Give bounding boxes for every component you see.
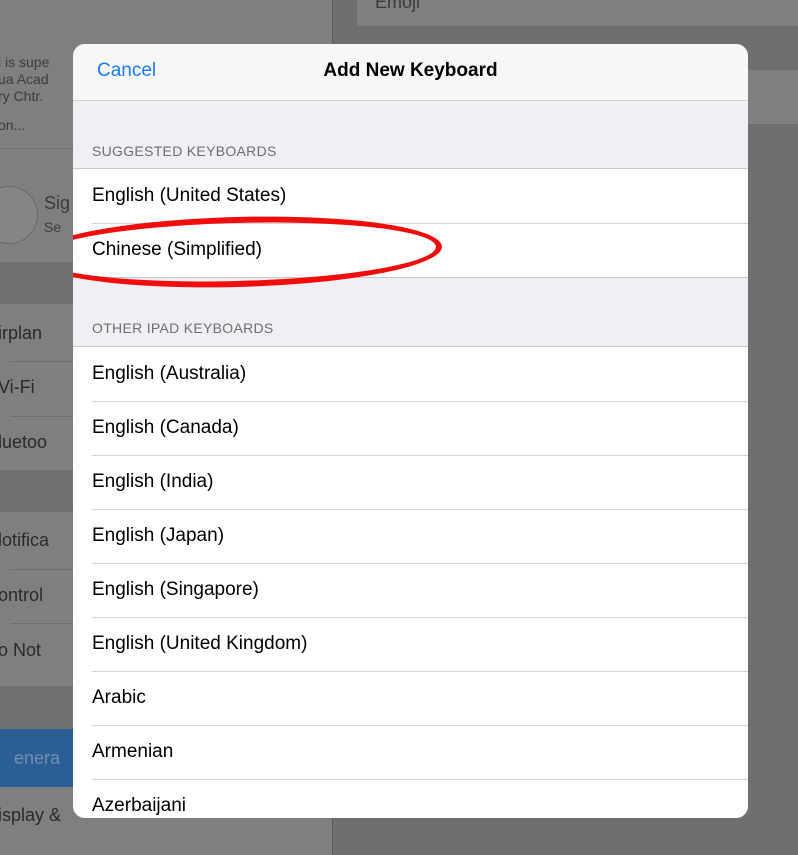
profile-snippet-line: ua Acad	[0, 71, 49, 87]
keyboard-row-emoji: Emoji	[357, 0, 798, 26]
section-header-other: OTHER IPAD KEYBOARDS	[92, 320, 274, 336]
modal-navbar: Cancel Add New Keyboard	[73, 44, 748, 101]
sidebar-item-control-center[interactable]: ontrol	[0, 585, 43, 606]
sidebar-item-display-brightness[interactable]: isplay &	[0, 805, 61, 826]
keyboard-option-azerbaijani[interactable]: Azerbaijani	[73, 779, 748, 818]
sidebar-item-wifi[interactable]: Vi-Fi	[0, 377, 35, 398]
sidebar-item-do-not-disturb[interactable]: o Not	[0, 640, 41, 661]
keyboard-option-chinese-simplified[interactable]: Chinese (Simplified)	[73, 223, 748, 277]
other-keyboards-list: English (Australia) English (Canada) Eng…	[73, 346, 748, 818]
keyboard-option-english-japan[interactable]: English (Japan)	[73, 509, 748, 563]
section-header-suggested: SUGGESTED KEYBOARDS	[92, 143, 277, 159]
keyboard-option-english-uk[interactable]: English (United Kingdom)	[73, 617, 748, 671]
avatar	[0, 186, 38, 244]
keyboard-option-english-australia[interactable]: English (Australia)	[73, 347, 748, 401]
profile-name: Sig	[44, 193, 71, 213]
keyboard-option-english-india[interactable]: English (India)	[73, 455, 748, 509]
sidebar-item-label: enera	[14, 748, 61, 768]
keyboard-option-english-canada[interactable]: English (Canada)	[73, 401, 748, 455]
keyboard-row-label: Emoji	[375, 0, 421, 12]
profile-snippet-line: ry Chtr.	[0, 88, 44, 104]
keyboard-option-english-us[interactable]: English (United States)	[73, 169, 748, 223]
add-keyboard-modal: Cancel Add New Keyboard SUGGESTED KEYBOA…	[73, 44, 748, 818]
keyboard-option-arabic[interactable]: Arabic	[73, 671, 748, 725]
suggested-keyboards-list: English (United States) Chinese (Simplif…	[73, 168, 748, 278]
profile-snippet-line: on...	[0, 117, 26, 133]
profile-subtitle: Se	[44, 219, 62, 235]
keyboard-option-armenian[interactable]: Armenian	[73, 725, 748, 779]
sidebar-item-notifications[interactable]: lotifica	[0, 530, 49, 551]
sidebar-item-bluetooth[interactable]: luetoo	[0, 432, 47, 453]
modal-title: Add New Keyboard	[323, 60, 498, 81]
profile-snippet-line: l is supe	[0, 54, 50, 70]
keyboard-option-english-singapore[interactable]: English (Singapore)	[73, 563, 748, 617]
sidebar-item-airplane-mode[interactable]: irplan	[0, 323, 42, 344]
